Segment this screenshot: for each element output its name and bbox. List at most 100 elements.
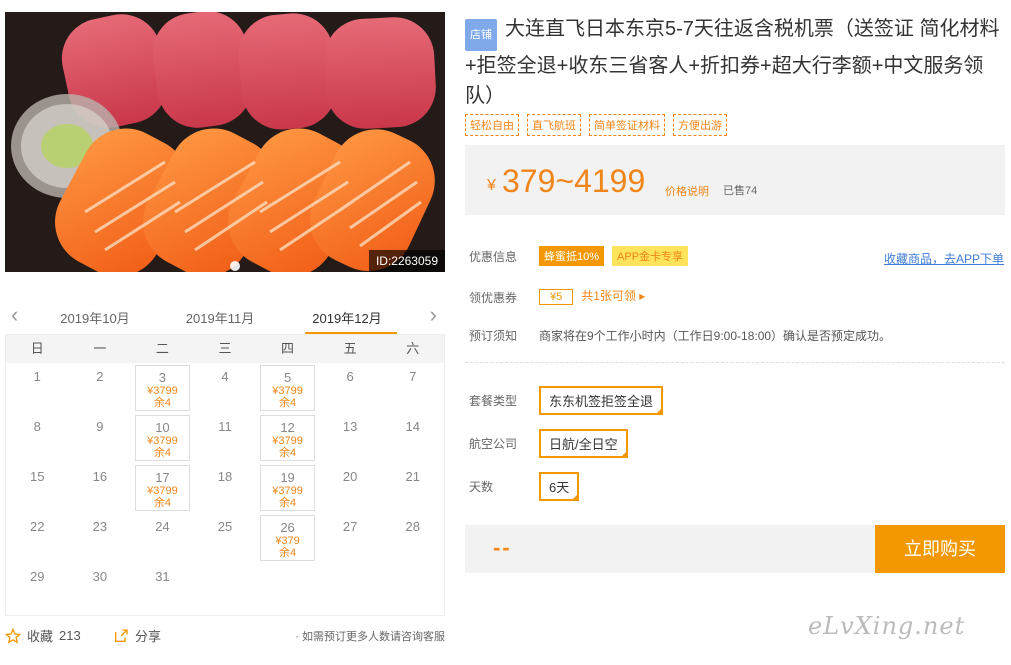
product-image[interactable]: ID:2263059	[5, 12, 445, 272]
carousel-dot[interactable]	[230, 261, 240, 271]
calendar-day: 31	[131, 563, 194, 613]
day-number: 25	[217, 519, 233, 534]
month-tab[interactable]: 2019年10月	[45, 308, 145, 327]
calendar-day-available[interactable]: 17 ¥3799 余4	[135, 465, 190, 511]
star-icon	[5, 627, 21, 644]
month-tab[interactable]: 2019年11月	[170, 308, 270, 327]
collect-app-link[interactable]: 收藏商品，去APP下单	[884, 250, 1004, 267]
shop-badge: 店铺	[465, 19, 497, 51]
product-title-text: 大连直飞日本东京5-7天往返含税机票（送签证 简化材料+拒签全退+收东三省客人+…	[465, 18, 1000, 107]
calendar-day-available[interactable]: 26 ¥379 余4	[260, 515, 315, 561]
calendar-day-available[interactable]: 3 ¥3799 余4	[135, 365, 190, 411]
prev-month-icon[interactable]: ‹	[11, 302, 18, 328]
days-option-selected[interactable]: 6天	[539, 472, 580, 501]
product-tags: 轻松自由 直飞航班 简单签证材料 方便出游	[465, 114, 727, 136]
package-option-selected[interactable]: 东东机签拒签全退	[539, 386, 664, 415]
buy-bar: -- 立即购买	[465, 525, 1005, 573]
calendar-day: 22	[6, 513, 69, 563]
day-number: 22	[30, 519, 45, 534]
calendar-weekday-header: 日 一 二 三 四 五 六	[6, 335, 444, 363]
calendar-day-available[interactable]: 5 ¥3799 余4	[260, 365, 315, 411]
month-tab-active[interactable]: 2019年12月	[297, 308, 397, 327]
package-options: 东东机签拒签全退	[539, 386, 664, 415]
weekday-label: 六	[406, 341, 420, 356]
site-watermark: eLvXing.net	[808, 612, 966, 640]
calendar-day: 15	[6, 463, 69, 513]
product-title: 店铺 大连直飞日本东京5-7天往返含税机票（送签证 简化材料+拒签全退+收东三省客…	[465, 14, 1005, 111]
coupon-claim-link[interactable]: 共1张可领 ▸	[581, 289, 645, 303]
buy-now-button[interactable]: 立即购买	[875, 525, 1005, 573]
day-price: ¥3799	[272, 385, 303, 397]
calendar-day: 23	[69, 513, 132, 563]
weekday-label: 日	[30, 341, 44, 356]
calendar-day: 9	[69, 413, 132, 463]
promo-row: 优惠信息 蜂蜜抵10% APP金卡专享 收藏商品，去APP下单	[469, 246, 1005, 268]
coupon-label: 领优惠券	[469, 291, 518, 305]
day-number: 26	[280, 520, 295, 535]
day-number: 30	[92, 569, 108, 584]
booking-note-row: 预订须知 商家将在9个工作小时内（工作日9:00-18:00）确认是否预定成功。	[469, 327, 1005, 347]
calendar-day-available[interactable]: 10 ¥3799 余4	[135, 415, 190, 461]
day-number: 7	[409, 369, 417, 384]
next-month-icon[interactable]: ›	[430, 302, 437, 328]
sold-count: 已售74	[723, 185, 758, 197]
coupon-ticket[interactable]: ¥5	[539, 289, 574, 305]
days-label: 天数	[469, 480, 494, 494]
day-stock: 余4	[279, 497, 297, 509]
calendar-day: 11	[194, 413, 257, 463]
day-number: 29	[30, 569, 45, 584]
day-price: ¥379	[275, 535, 300, 547]
image-id-label: ID:2263059	[368, 250, 445, 272]
weekday-label: 四	[281, 341, 295, 356]
calendar-day: 1	[6, 363, 69, 413]
calendar-day: 28	[381, 513, 444, 563]
favorite-button[interactable]: 收藏 213	[5, 626, 81, 645]
day-price: ¥3799	[272, 435, 303, 447]
calendar-day: 13	[319, 413, 382, 463]
calendar-day: 2	[69, 363, 132, 413]
calendar-day: 30	[69, 563, 132, 613]
day-number: 9	[96, 419, 104, 434]
calendar-day: 14	[381, 413, 444, 463]
share-button[interactable]: 分享	[113, 626, 161, 645]
coupon-row: 领优惠券 ¥5 共1张可领 ▸	[469, 289, 1005, 309]
day-number: 4	[221, 369, 229, 384]
booking-note-label: 预订须知	[469, 329, 518, 343]
product-tag: 直飞航班	[527, 114, 581, 136]
calendar-day: 7	[381, 363, 444, 413]
calendar-day-available[interactable]: 19 ¥3799 余4	[260, 465, 315, 511]
day-stock: 余4	[279, 447, 297, 459]
price-explain-link[interactable]: 价格说明	[665, 183, 709, 199]
product-tag: 简单签证材料	[589, 114, 665, 136]
package-row: 套餐类型 东东机签拒签全退	[469, 386, 1005, 415]
favorite-count: 213	[59, 628, 81, 643]
calendar-day: 25	[194, 513, 257, 563]
day-number: 10	[155, 420, 170, 435]
day-number: 3	[158, 370, 167, 385]
app-badge: APP金卡专享	[612, 246, 689, 266]
total-price: --	[493, 535, 512, 560]
day-number: 11	[218, 419, 232, 434]
calendar-day: 6	[319, 363, 382, 413]
airline-options: 日航/全日空	[539, 429, 628, 458]
calendar-day: 24	[131, 513, 194, 563]
consult-note: · 如需预订更多人数请咨询客服	[295, 631, 445, 643]
discount-badge: 蜂蜜抵10%	[539, 246, 605, 266]
calendar-day: 18	[194, 463, 257, 513]
day-number: 17	[155, 470, 170, 485]
promo-values: 蜂蜜抵10% APP金卡专享	[539, 246, 689, 266]
promo-label: 优惠信息	[469, 250, 518, 264]
day-stock: 余4	[153, 447, 171, 459]
weekday-label: 二	[155, 341, 169, 356]
day-number: 1	[33, 369, 41, 384]
calendar-day-available[interactable]: 12 ¥3799 余4	[260, 415, 315, 461]
currency-symbol: ¥	[487, 177, 496, 194]
calendar-day: 4	[194, 363, 257, 413]
airline-option-selected[interactable]: 日航/全日空	[539, 429, 628, 458]
day-price: ¥3799	[147, 435, 178, 447]
days-options: 6天	[539, 472, 580, 501]
airline-row: 航空公司 日航/全日空	[469, 429, 1005, 458]
calendar-month-nav: ‹ 2019年10月 2019年11月 2019年12月 ›	[5, 300, 445, 334]
day-number: 13	[342, 419, 358, 434]
day-price: ¥3799	[147, 485, 178, 497]
